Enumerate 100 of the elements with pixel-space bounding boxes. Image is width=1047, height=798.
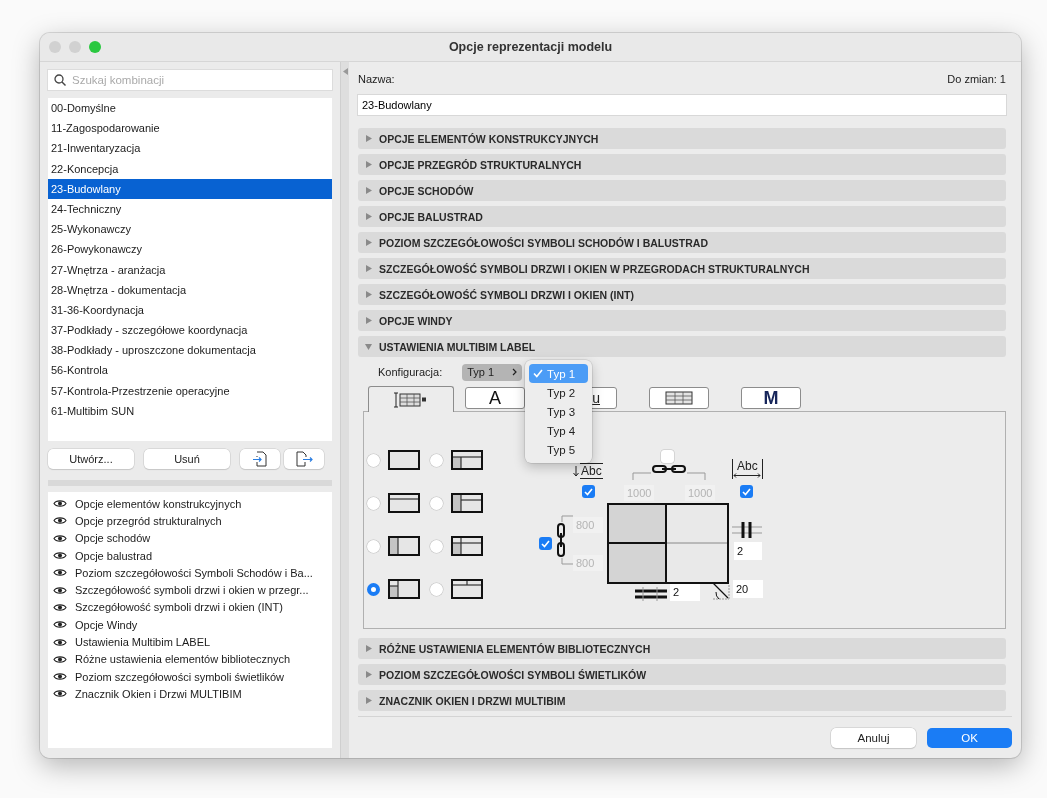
settings-tab[interactable]: M <box>741 387 801 409</box>
section-title: OPCJE PRZEGRÓD STRUKTURALNYCH <box>379 158 582 171</box>
combination-item[interactable]: 26-Powykonawczy <box>48 239 332 260</box>
layer-label: Poziom szczegółowości symboli świetlików <box>75 670 285 683</box>
settings-tab[interactable]: A <box>465 387 525 409</box>
layer-label: Opcje schodów <box>75 532 151 545</box>
combination-item[interactable]: 22-Koncepcja <box>48 158 332 179</box>
text-fit-label: Abc <box>732 459 763 479</box>
eye-icon[interactable] <box>53 602 67 612</box>
changes-count: Do zmian: 1 <box>947 73 1006 87</box>
section-header[interactable]: POZIOM SZCZEGÓŁOWOŚCI SYMBOLI ŚWIETLIKÓW <box>358 664 1006 685</box>
section-header[interactable]: ZNACZNIK OKIEN I DRZWI MULTIBIM <box>358 690 1006 711</box>
section-header[interactable]: RÓŻNE USTAWIENIA ELEMENTÓW BIBLIOTECZNYCH <box>358 638 1006 659</box>
radio-button[interactable] <box>367 496 380 510</box>
combination-button[interactable]: Utwórz... <box>48 449 134 469</box>
radio-button[interactable] <box>367 539 380 553</box>
combination-item[interactable]: 27-Wnętrza - aranżacja <box>48 259 332 280</box>
name-field[interactable]: 23-Budowlany <box>358 95 1006 115</box>
angle-field[interactable]: 20 <box>733 580 763 598</box>
export-button[interactable] <box>284 449 324 469</box>
checkbox[interactable] <box>539 537 552 550</box>
column-lines-field[interactable]: 2 <box>734 542 762 560</box>
section-header[interactable]: USTAWIENIA MULTIBIM LABEL <box>358 336 1006 357</box>
section-header[interactable]: OPCJE SCHODÓW <box>358 180 1006 201</box>
down-arrow-icon <box>573 466 579 477</box>
combination-item[interactable]: 24-Techniczny <box>48 198 332 220</box>
section-header[interactable]: OPCJE ELEMENTÓW KONSTRUKCYJNYCH <box>358 128 1006 149</box>
eye-icon[interactable] <box>53 585 67 595</box>
layer-label: Opcje elementów konstrukcyjnych <box>75 497 242 510</box>
combination-item[interactable]: 21-Inwentaryzacja <box>48 138 332 159</box>
layer-label: Szczegółowość symboli drzwi i okien w przegr... <box>75 584 309 597</box>
menu-item[interactable]: Typ 3 <box>529 402 588 421</box>
section-title: RÓŻNE USTAWIENIA ELEMENTÓW BIBLIOTECZNYCH <box>379 642 651 655</box>
section-header[interactable]: OPCJE BALUSTRAD <box>358 206 1006 227</box>
combination-item[interactable]: 23-Budowlany <box>48 178 332 199</box>
combination-button[interactable]: Usuń <box>144 449 230 469</box>
combination-item[interactable]: 28-Wnętrza - dokumentacja <box>48 279 332 300</box>
eye-icon[interactable] <box>53 533 67 543</box>
label-layout-icon <box>451 536 483 556</box>
layer-label: Opcje balustrad <box>75 549 153 562</box>
checkbox[interactable] <box>661 450 674 463</box>
section-title: USTAWIENIA MULTIBIM LABEL <box>379 340 536 353</box>
layer-label: Różne ustawienia elementów bibliotecznych <box>75 653 291 666</box>
eye-icon[interactable] <box>53 568 67 578</box>
combination-item[interactable]: 61-Multibim SUN <box>48 400 332 421</box>
section-title: OPCJE SCHODÓW <box>379 184 474 197</box>
menu-item[interactable]: Typ 5 <box>529 440 588 459</box>
label-layout-icon <box>451 450 483 470</box>
checkbox[interactable] <box>582 485 595 498</box>
menu-item[interactable]: Typ 2 <box>529 383 588 402</box>
row-lines-field[interactable]: 2 <box>670 584 700 601</box>
section-header[interactable]: OPCJE WINDY <box>358 310 1006 331</box>
label-layout-icon <box>388 493 420 513</box>
dialog-button[interactable]: OK <box>927 728 1012 748</box>
radio-button[interactable] <box>367 453 380 467</box>
configuration-popup[interactable]: Typ 1 <box>462 363 523 381</box>
tab-glyph: M <box>763 387 779 409</box>
section-title: POZIOM SZCZEGÓŁOWOŚCI SYMBOLI ŚWIETLIKÓW <box>379 668 647 681</box>
radio-button[interactable] <box>430 582 443 596</box>
radio-button[interactable] <box>367 582 380 596</box>
combination-item[interactable]: 11-Zagospodarowanie <box>48 118 332 139</box>
combination-item[interactable]: 31-36-Koordynacja <box>48 299 332 321</box>
settings-tab[interactable] <box>368 386 454 412</box>
section-header[interactable]: POZIOM SZCZEGÓŁOWOŚCI SYMBOLI SCHODÓW I BALUSTRAD <box>358 232 1006 253</box>
section-header[interactable]: SZCZEGÓŁOWOŚĆ SYMBOLI DRZWI I OKIEN (INT) <box>358 284 1006 305</box>
text-down-label: Abc <box>580 463 603 479</box>
eye-icon[interactable] <box>53 620 67 630</box>
radio-button[interactable] <box>430 496 443 510</box>
dialog-button[interactable]: Anuluj <box>831 728 916 748</box>
collapse-arrow-icon[interactable] <box>343 68 348 75</box>
combination-item[interactable]: 37-Podkłady - szczegółowe koordynacja <box>48 320 332 341</box>
chevron-icon <box>512 368 518 376</box>
combination-item[interactable]: 25-Wykonawczy <box>48 219 332 240</box>
combination-item[interactable]: 56-Kontrola <box>48 360 332 381</box>
eye-icon[interactable] <box>53 637 67 647</box>
section-title: SZCZEGÓŁOWOŚĆ SYMBOLI DRZWI I OKIEN (INT) <box>379 288 634 301</box>
eye-icon[interactable] <box>53 499 67 509</box>
radio-button[interactable] <box>430 453 443 467</box>
layer-label: Ustawienia Multibim LABEL <box>75 636 211 648</box>
eye-icon[interactable] <box>53 672 67 682</box>
eye-icon[interactable] <box>53 516 67 526</box>
search-field[interactable]: Szukaj kombinacji <box>48 70 332 90</box>
section-header[interactable]: OPCJE PRZEGRÓD STRUKTURALNYCH <box>358 154 1006 175</box>
eye-icon[interactable] <box>53 689 67 699</box>
section-header[interactable]: SZCZEGÓŁOWOŚĆ SYMBOLI DRZWI I OKIEN W PRZEGRODACH STRUKTURALNYCH <box>358 258 1006 279</box>
combination-item[interactable]: 38-Podkłady - uproszczone dokumentacja <box>48 340 332 361</box>
combination-item[interactable]: 00-Domyślne <box>48 98 332 119</box>
import-button[interactable] <box>240 449 280 469</box>
combination-item[interactable]: 57-Kontrola-Przestrzenie operacyjne <box>48 380 332 401</box>
label-layout-icon <box>388 450 420 470</box>
checkbox[interactable] <box>740 485 753 498</box>
tab-glyph: A <box>489 387 501 409</box>
zoom-button[interactable] <box>89 41 101 53</box>
menu-item[interactable]: Typ 4 <box>529 421 588 440</box>
settings-tab[interactable] <box>649 387 709 409</box>
angle-icon <box>712 582 730 600</box>
grid-icon <box>665 391 693 405</box>
eye-icon[interactable] <box>53 551 67 561</box>
radio-button[interactable] <box>430 539 443 553</box>
eye-icon[interactable] <box>53 654 67 664</box>
